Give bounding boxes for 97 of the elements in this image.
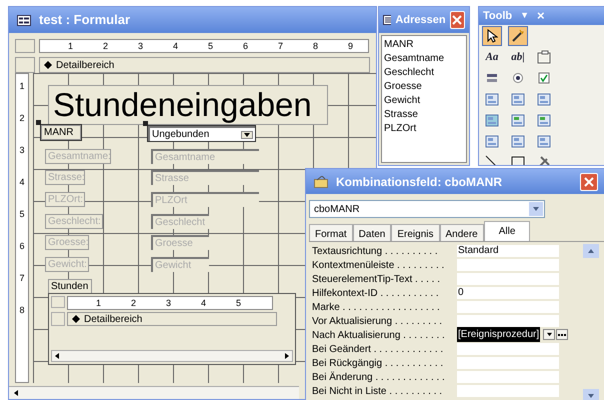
label-tool[interactable]: Aa [482, 47, 502, 67]
checkbox-icon [538, 72, 550, 84]
property-name: SteuerelementTip-Text . . . . . [311, 272, 442, 286]
tab[interactable]: Ereignis [391, 224, 440, 241]
ruler-corner[interactable] [15, 39, 35, 53]
selection-handle[interactable] [143, 121, 148, 126]
combo-box[interactable]: Ungebunden [148, 126, 255, 141]
ruler-number: 6 [242, 42, 249, 50]
tab[interactable]: Andere [440, 224, 484, 241]
field-list-item[interactable]: Strasse [384, 108, 464, 122]
scroll-up-icon [588, 248, 594, 254]
form-icon [17, 14, 31, 26]
ruler-number: 1 [66, 42, 74, 50]
window-title: Kombinationsfeld: cboMANR [336, 174, 503, 190]
scroll-down-icon [588, 393, 594, 399]
ruler-number: 5 [234, 298, 242, 308]
section-label: Detailbereich [84, 312, 142, 326]
horizontal-scrollbar[interactable] [9, 386, 299, 399]
ruler-number: 3 [164, 298, 172, 308]
dropdown-icon [546, 332, 552, 337]
form-heading[interactable]: Stundeneingaben [48, 85, 328, 125]
dropdown-button[interactable] [543, 329, 556, 340]
close-icon [452, 15, 462, 25]
property-value[interactable]: 0 [457, 286, 559, 300]
field-list-item[interactable]: PLZOrt [384, 122, 464, 136]
tab[interactable]: Daten [352, 224, 392, 241]
field-list-item[interactable]: Geschlecht [384, 66, 464, 80]
section-header[interactable]: Detailbereich [67, 312, 277, 326]
property-name: Bei Änderung . . . . . . . . . . . . . [311, 370, 446, 384]
toggle-icon [486, 72, 498, 84]
group-icon [537, 50, 551, 64]
ruler-number: 7 [276, 42, 284, 50]
scroll-right-icon [284, 353, 290, 359]
close-icon [584, 176, 594, 186]
property-name: Kontextmenüleiste . . . . . . . . . [311, 258, 446, 272]
section-icon [44, 61, 52, 69]
property-name: Bei Rückgängig . . . . . . . . . . . [311, 356, 444, 370]
object-dropdown[interactable]: cboMANR [309, 200, 545, 218]
section-icon [72, 315, 80, 323]
image-icon [485, 114, 499, 126]
property-name: Bei Nicht in Liste . . . . . . . . . . [311, 384, 444, 398]
label-icon: Aa [486, 48, 498, 66]
section-header[interactable]: Detailbereich [39, 57, 370, 73]
close-button[interactable] [580, 172, 598, 190]
close-button[interactable] [450, 11, 465, 29]
dropdown-icon [244, 132, 250, 138]
dropdown-icon [533, 206, 539, 212]
ruler-number: 4 [19, 178, 24, 189]
control-label[interactable]: MANR [41, 125, 81, 140]
builder-button[interactable] [556, 329, 568, 340]
pointer-tool[interactable] [482, 26, 502, 46]
property-name: Marke . . . . . . . . . . . . . . . . . . [311, 300, 441, 314]
ruler-number: 4 [200, 298, 207, 308]
scroll-left-icon [54, 353, 60, 359]
control-label[interactable]: Stunden [48, 279, 92, 294]
property-name: Hilfekontext-ID . . . . . . . . . . . [311, 286, 440, 300]
ruler-number: 2 [130, 298, 137, 308]
vertical-scrollbar[interactable] [583, 242, 599, 400]
window-title: Toolb [483, 8, 512, 24]
pointer-icon [486, 29, 498, 43]
property-name: Bei Geändert . . . . . . . . . . . . . [311, 342, 444, 356]
ruler-number: 5 [19, 210, 24, 221]
ruler-number: 8 [312, 42, 319, 50]
ruler-number: 7 [19, 274, 24, 285]
radio-icon [512, 72, 524, 84]
window-title: test : Formular [39, 11, 130, 30]
ruler-number: 9 [346, 42, 354, 50]
ruler-number: 2 [102, 42, 109, 50]
wizard-tool[interactable] [508, 26, 528, 46]
tab[interactable]: Alle [484, 221, 530, 241]
wizard-icon [511, 29, 525, 43]
horizontal-scrollbar[interactable] [51, 350, 293, 362]
property-name: Textausrichtung . . . . . . . . . . [311, 244, 439, 258]
subform-control[interactable]: 1 2 3 4 5 Detailbereich [48, 293, 296, 365]
ruler-number: 3 [136, 42, 144, 50]
ruler-number: 6 [19, 242, 24, 253]
ruler-number: 1 [94, 298, 102, 308]
section-label: Detailbereich [56, 58, 114, 72]
section-selector[interactable] [15, 57, 35, 73]
ruler-number: 8 [19, 306, 24, 317]
ruler-number: 5 [206, 42, 214, 50]
selection-handle[interactable] [36, 120, 41, 125]
tab[interactable]: Format [309, 224, 353, 241]
property-name: Vor Aktualisierung . . . . . . . . . [311, 314, 444, 328]
ruler-number: 2 [19, 114, 24, 125]
scroll-left-icon [13, 390, 19, 396]
property-value[interactable]: Standard [457, 244, 559, 258]
field-list-item[interactable]: Groesse [384, 80, 464, 94]
field-list-item[interactable]: Gesamtname [384, 52, 464, 66]
field-list-item[interactable]: MANR [384, 38, 464, 52]
property-value[interactable] [457, 314, 559, 328]
ruler-number: 3 [19, 146, 24, 157]
property-name: Nach Aktualisierung . . . . . . . . [311, 328, 446, 342]
ruler-number: 1 [19, 82, 24, 93]
field-list-item[interactable]: Gewicht [384, 94, 464, 108]
ruler-number: 4 [172, 42, 179, 50]
window-title: Adressen [395, 12, 446, 28]
